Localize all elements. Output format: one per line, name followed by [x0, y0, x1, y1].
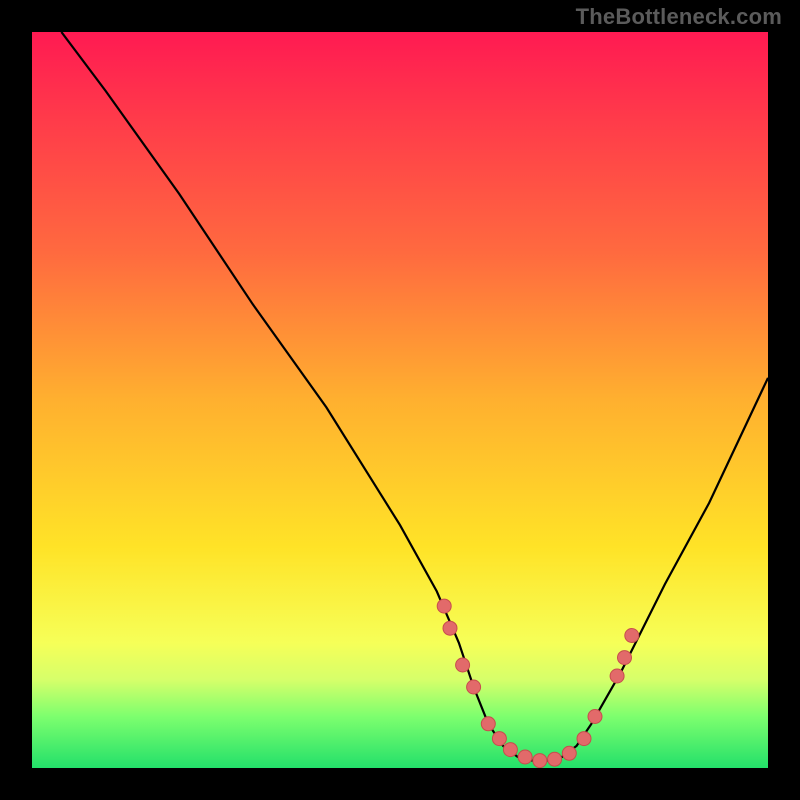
marker-point [562, 746, 576, 760]
marker-point [503, 743, 517, 757]
curve-layer [32, 32, 768, 768]
marker-point [481, 717, 495, 731]
marker-point [467, 680, 481, 694]
marker-point [518, 750, 532, 764]
marker-point [456, 658, 470, 672]
marker-point [577, 732, 591, 746]
marker-point [548, 752, 562, 766]
highlight-markers [437, 599, 639, 768]
marker-point [610, 669, 624, 683]
marker-point [625, 629, 639, 643]
marker-point [588, 710, 602, 724]
watermark-label: TheBottleneck.com [576, 4, 782, 30]
plot-area [32, 32, 768, 768]
chart-frame: TheBottleneck.com [0, 0, 800, 800]
marker-point [443, 621, 457, 635]
marker-point [618, 651, 632, 665]
marker-point [437, 599, 451, 613]
marker-point [492, 732, 506, 746]
marker-point [533, 754, 547, 768]
bottleneck-curve [61, 32, 768, 761]
